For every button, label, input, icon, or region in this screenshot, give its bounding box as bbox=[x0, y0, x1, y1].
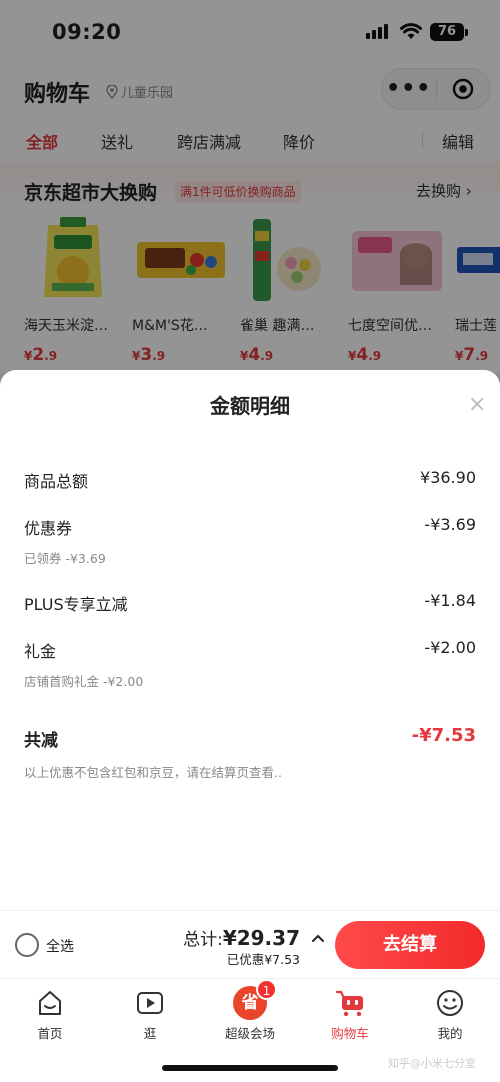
watermark: 知乎@小米七分室 bbox=[388, 1057, 476, 1070]
cart-icon bbox=[300, 985, 400, 1021]
row-sub-coupon: 已领券 -¥3.69 bbox=[24, 551, 106, 566]
checkout-button[interactable]: 去结算 bbox=[335, 921, 485, 969]
save-icon: 省 1 bbox=[200, 979, 300, 1021]
nav-label: 购物车 bbox=[331, 1026, 369, 1041]
video-icon bbox=[100, 985, 200, 1021]
close-icon[interactable]: × bbox=[468, 392, 486, 417]
row-value-gift-cash: -¥2.00 bbox=[424, 638, 476, 657]
total-discount-label: 共减 bbox=[24, 731, 58, 751]
row-value-total-goods: ¥36.90 bbox=[420, 468, 476, 487]
row-sub-gift-cash: 店铺首购礼金 -¥2.00 bbox=[24, 674, 144, 689]
notification-badge: 1 bbox=[256, 979, 277, 1000]
nav-item-browse[interactable]: 逛 bbox=[100, 985, 200, 1042]
nav-item-cart[interactable]: 购物车 bbox=[300, 985, 400, 1042]
select-all-checkbox[interactable] bbox=[15, 933, 39, 957]
home-icon bbox=[0, 985, 100, 1021]
nav-label: 我的 bbox=[437, 1026, 463, 1041]
total-sum-value: ¥29.37 bbox=[222, 926, 300, 950]
row-value-coupon: -¥3.69 bbox=[424, 515, 476, 534]
discount-note: 以上优惠不包含红包和京豆，请在结算页查看.. bbox=[24, 765, 282, 780]
select-all-label[interactable]: 全选 bbox=[46, 936, 74, 956]
chevron-up-icon[interactable] bbox=[311, 933, 325, 943]
sheet-title: 金额明细 bbox=[210, 394, 290, 418]
row-value-plus: -¥1.84 bbox=[424, 591, 476, 610]
nav-item-home[interactable]: 首页 bbox=[0, 985, 100, 1042]
row-label-coupon: 优惠券 bbox=[24, 519, 73, 538]
row-label-gift-cash: 礼金 bbox=[24, 642, 57, 661]
total-sum-label: 总计: bbox=[183, 930, 223, 950]
nav-item-super-venue[interactable]: 省 1 超级会场 bbox=[200, 979, 300, 1042]
row-label-total-goods: 商品总额 bbox=[24, 472, 89, 491]
nav-label: 超级会场 bbox=[224, 1026, 275, 1041]
nav-label: 逛 bbox=[143, 1026, 157, 1041]
home-indicator[interactable] bbox=[162, 1065, 338, 1071]
profile-icon bbox=[400, 985, 500, 1021]
checkout-bar: 全选 总计:¥29.37 已优惠¥7.53 去结算 bbox=[0, 910, 500, 978]
nav-item-profile[interactable]: 我的 bbox=[400, 985, 500, 1042]
row-label-plus: PLUS专享立减 bbox=[24, 595, 128, 614]
saved-amount: 已优惠¥7.53 bbox=[226, 952, 300, 967]
total-sum: 总计:¥29.37 bbox=[183, 925, 300, 950]
total-discount-value: -¥7.53 bbox=[411, 725, 476, 746]
nav-label: 首页 bbox=[37, 1026, 63, 1041]
